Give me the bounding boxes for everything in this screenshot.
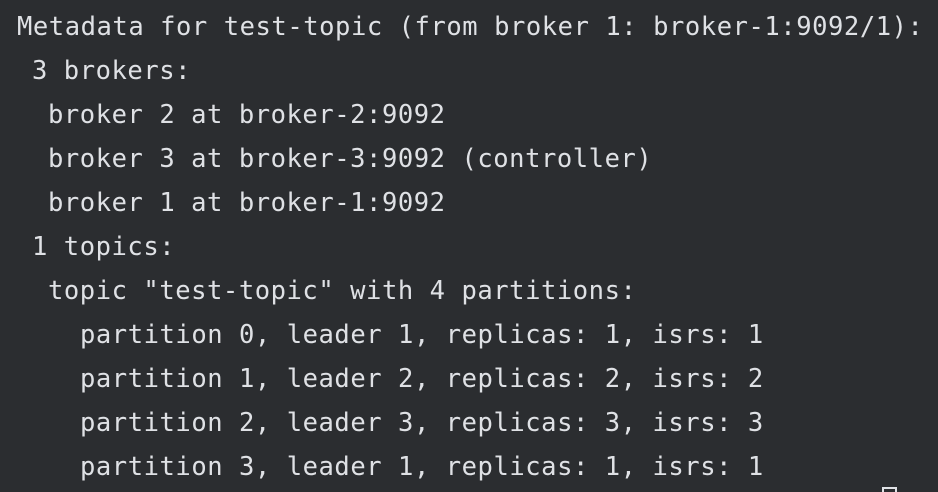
broker-line: broker 3 at broker-3:9092 (controller) [48,144,653,174]
topic-line: topic "test-topic" with 4 partitions: [48,276,637,306]
broker-line: broker 2 at broker-2:9092 [48,100,446,130]
terminal-cursor [882,487,897,492]
metadata-header-line: Metadata for test-topic (from broker 1: … [17,12,924,42]
topics-count-line: 1 topics: [32,232,176,262]
partition-line: partition 1, leader 2, replicas: 2, isrs… [80,364,764,394]
partition-line: partition 0, leader 1, replicas: 1, isrs… [80,320,764,350]
brokers-count-line: 3 brokers: [32,56,192,86]
broker-line: broker 1 at broker-1:9092 [48,188,446,218]
partition-line: partition 2, leader 3, replicas: 3, isrs… [80,408,764,438]
terminal-output[interactable]: Metadata for test-topic (from broker 1: … [0,0,938,492]
partition-line: partition 3, leader 1, replicas: 1, isrs… [80,452,764,482]
